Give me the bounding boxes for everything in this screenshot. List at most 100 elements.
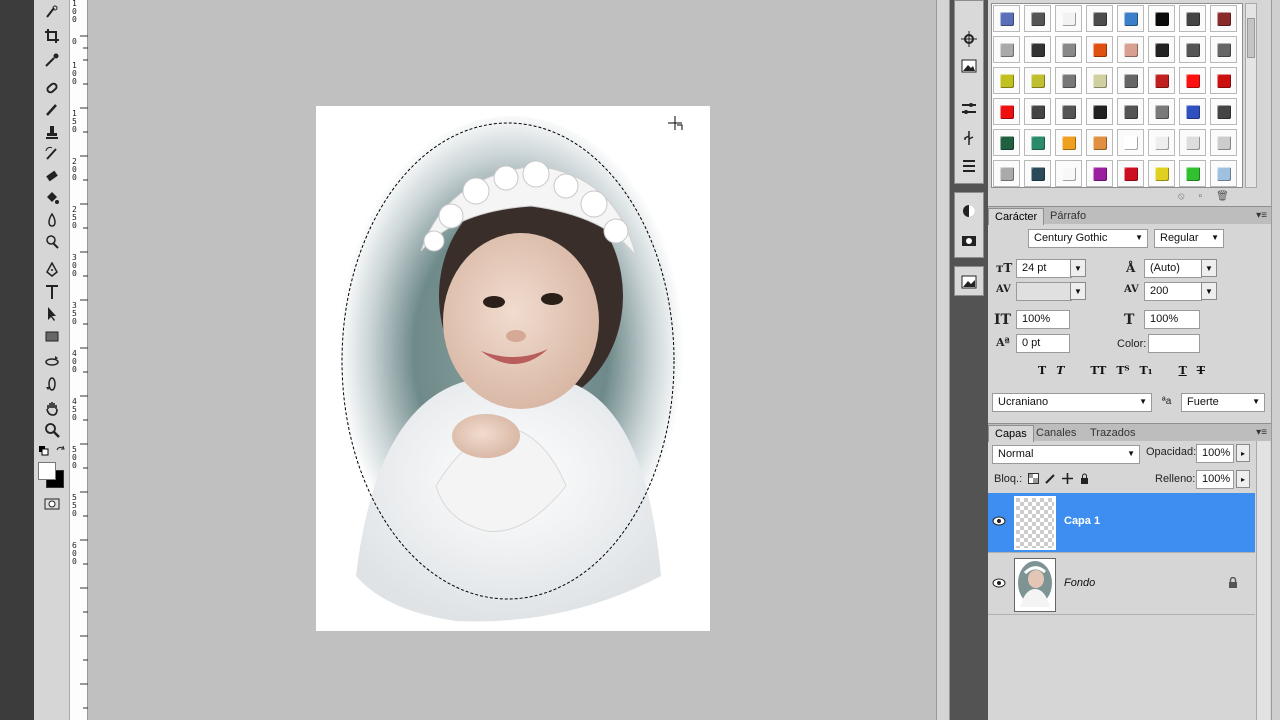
tracking-dropdown[interactable]: ▼ [1201,282,1217,300]
lock-all-icon[interactable] [1079,473,1090,484]
style-swatch[interactable] [1024,98,1051,125]
kerning-input[interactable] [1016,282,1072,301]
style-swatch[interactable] [1024,36,1051,63]
style-swatch[interactable] [1086,98,1113,125]
layer-row-capa-1[interactable]: Capa 1 [988,493,1255,553]
eyedropper-tool-icon[interactable] [41,50,63,70]
type-tool-icon[interactable] [41,282,63,302]
style-swatch[interactable] [1148,67,1175,94]
vertical-scale-input[interactable]: 100% [1016,310,1070,329]
swap-colors-icon[interactable] [56,445,66,456]
layers-scrollbar[interactable] [1256,441,1270,720]
adjustments-icon[interactable] [958,99,980,119]
style-swatch[interactable] [1117,67,1144,94]
fill-slider-button[interactable]: ▸ [1236,470,1250,488]
leading-input[interactable]: (Auto) [1144,259,1202,278]
tab-layers[interactable]: Capas [988,425,1034,442]
paint-bucket-tool-icon[interactable] [41,188,63,208]
style-swatch[interactable] [1055,67,1082,94]
crop-tool-icon[interactable] [41,26,63,46]
style-swatch[interactable] [1117,129,1144,156]
pen-tool-icon[interactable] [41,260,63,280]
style-swatch[interactable] [1024,67,1051,94]
style-swatch[interactable] [1179,5,1206,32]
image-panel-icon[interactable] [958,56,980,76]
layer-row-fondo[interactable]: Fondo [988,555,1255,615]
3d-orbit-tool-icon[interactable] [41,374,63,394]
style-swatch[interactable] [1210,67,1237,94]
style-swatch[interactable] [1179,36,1206,63]
styles-scrollbar[interactable] [1245,3,1257,188]
strikethrough-button[interactable]: T [1197,364,1205,380]
opacity-slider-button[interactable]: ▸ [1236,444,1250,462]
3d-rotate-tool-icon[interactable] [41,352,63,372]
superscript-button[interactable]: Tᵀ [1116,364,1129,380]
styles-panel-icon[interactable] [958,156,980,176]
eraser-tool-icon[interactable] [41,166,63,186]
text-color-swatch[interactable] [1148,334,1200,353]
style-swatch[interactable] [993,5,1020,32]
layer-visibility-eye-icon[interactable] [992,515,1006,527]
style-swatch[interactable] [1179,67,1206,94]
layers-menu-icon[interactable]: ▾≡ [1256,427,1267,438]
faux-italic-button[interactable]: T [1056,364,1064,380]
style-swatch[interactable] [1055,129,1082,156]
style-swatch[interactable] [1055,36,1082,63]
clear-style-icon[interactable]: ⦸ [1178,191,1185,202]
faux-bold-button[interactable]: T [1038,364,1046,380]
blend-mode-select[interactable]: Normal ▼ [992,445,1140,464]
zoom-tool-icon[interactable] [41,420,63,440]
font-style-select[interactable]: Regular ▼ [1154,229,1224,248]
dodge-tool-icon[interactable] [41,232,63,252]
horizontal-scale-input[interactable]: 100% [1144,310,1200,329]
layer-visibility-eye-icon[interactable] [992,577,1006,589]
style-swatch[interactable] [1148,129,1175,156]
style-swatch[interactable] [1117,36,1144,63]
baseline-shift-input[interactable]: 0 pt [1016,334,1070,353]
style-swatch[interactable] [1179,129,1206,156]
lock-transparency-icon[interactable] [1028,473,1039,484]
style-swatch[interactable] [993,160,1020,187]
foreground-color-swatch[interactable] [38,462,56,480]
style-swatch[interactable] [1086,129,1113,156]
camera-icon[interactable] [958,230,980,250]
style-swatch[interactable] [1210,129,1237,156]
style-swatch[interactable] [1179,98,1206,125]
new-style-icon[interactable]: ▫ [1199,191,1203,202]
layer-name[interactable]: Capa 1 [1064,515,1100,527]
style-swatch[interactable] [1148,5,1175,32]
default-colors-icon[interactable] [39,446,49,456]
style-swatch[interactable] [1055,160,1082,187]
style-swatch[interactable] [993,129,1020,156]
style-swatch[interactable] [1117,5,1144,32]
style-swatch[interactable] [1024,129,1051,156]
style-swatch[interactable] [1148,160,1175,187]
underline-button[interactable]: T [1179,364,1187,380]
leading-dropdown[interactable]: ▼ [1201,259,1217,277]
style-swatch[interactable] [1210,98,1237,125]
path-selection-tool-icon[interactable] [41,304,63,324]
font-size-input[interactable]: 24 pt [1016,259,1072,278]
lock-pixels-icon[interactable] [1045,473,1056,484]
usb-icon[interactable] [958,128,980,148]
style-swatch[interactable] [1148,36,1175,63]
opacity-input[interactable]: 100% [1196,444,1234,463]
style-swatch[interactable] [1117,98,1144,125]
document-canvas[interactable] [316,106,710,631]
font-size-dropdown[interactable]: ▼ [1070,259,1086,277]
hand-tool-icon[interactable] [41,398,63,418]
brush-tool-icon[interactable] [41,100,63,120]
lock-position-icon[interactable] [1062,473,1073,484]
tracking-input[interactable]: 200 [1144,282,1202,301]
layer-name[interactable]: Fondo [1064,577,1095,589]
style-swatch[interactable] [1086,5,1113,32]
all-caps-button[interactable]: TT [1090,364,1106,380]
rectangle-tool-icon[interactable] [41,326,63,346]
kerning-dropdown[interactable]: ▼ [1070,282,1086,300]
style-swatch[interactable] [1055,98,1082,125]
fill-input[interactable]: 100% [1196,470,1234,489]
mask-panel-icon[interactable] [958,201,980,221]
style-swatch[interactable] [1117,160,1144,187]
style-swatch[interactable] [993,98,1020,125]
panels-scrollbar[interactable] [1271,0,1280,720]
